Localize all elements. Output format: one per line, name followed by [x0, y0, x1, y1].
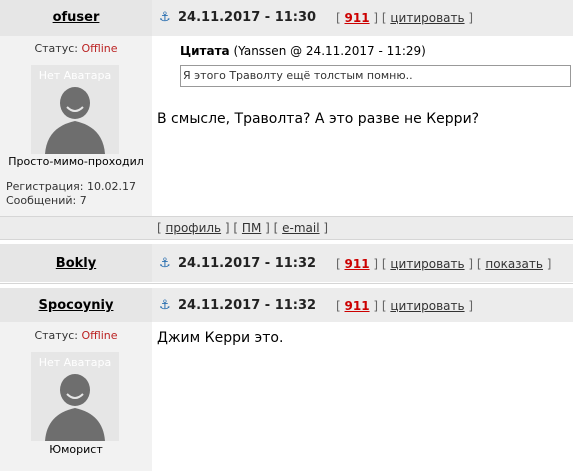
- post-footer: [ профиль ] [ ПМ ] [ e-mail ]: [152, 216, 573, 239]
- pm-link[interactable]: ПМ: [242, 221, 261, 235]
- avatar: Нет Аватара: [31, 352, 119, 441]
- message-count: Сообщений: 7: [6, 194, 87, 207]
- avatar-placeholder-text: Нет Аватара: [38, 69, 112, 82]
- author-name[interactable]: Spocoyniy: [0, 298, 152, 313]
- registration-date: Регистрация: 10.02.17: [6, 180, 136, 193]
- post-number-link[interactable]: 911: [345, 257, 370, 271]
- divider: [0, 239, 573, 240]
- status-offline: Offline: [81, 42, 118, 55]
- user-rank: Просто-мимо-проходил: [8, 155, 144, 168]
- quote-button[interactable]: цитировать: [390, 257, 464, 271]
- quote-box: Я этого Траволту ещё толстым помню..: [180, 65, 571, 87]
- user-meta: Регистрация: 10.02.17 Сообщений: 7: [6, 180, 136, 208]
- post-body: Джим Керри это.: [157, 330, 284, 346]
- quote-button[interactable]: цитировать: [390, 11, 464, 25]
- anchor-icon: ⚓: [159, 10, 171, 25]
- post-date: 24.11.2017 - 11:32: [178, 256, 317, 271]
- post-actions: [ 911 ] [ цитировать ]: [336, 299, 474, 313]
- user-status: Статус: Offline: [34, 329, 118, 342]
- post-number-link[interactable]: 911: [345, 11, 370, 25]
- avatar-placeholder-text: Нет Аватара: [38, 356, 112, 369]
- user-status: Статус: Offline: [34, 42, 118, 55]
- divider: [0, 283, 573, 284]
- footer-left-cell: [0, 216, 152, 239]
- quote-label: Цитата: [180, 44, 230, 58]
- avatar: Нет Аватара: [31, 65, 119, 154]
- quote-meta: (Yanssen @ 24.11.2017 - 11:29): [233, 44, 426, 58]
- post-date: 24.11.2017 - 11:30: [178, 10, 317, 25]
- user-rank: Юморист: [49, 443, 103, 456]
- post-date: 24.11.2017 - 11:32: [178, 298, 317, 313]
- author-name[interactable]: ofuser: [0, 10, 152, 25]
- quote-header: Цитата (Yanssen @ 24.11.2017 - 11:29): [180, 44, 426, 58]
- profile-link[interactable]: профиль: [166, 221, 222, 235]
- quote-text: Я этого Траволту ещё толстым помню..: [183, 69, 413, 82]
- anchor-icon: ⚓: [159, 298, 171, 313]
- show-button[interactable]: показать: [485, 257, 543, 271]
- status-offline: Offline: [81, 329, 118, 342]
- post-body: В смысле, Траволта? А это разве не Керри…: [157, 111, 480, 127]
- forum-thread: ofuser ⚓ 24.11.2017 - 11:30 [ 911 ] [ ци…: [0, 0, 573, 471]
- post-number-link[interactable]: 911: [345, 299, 370, 313]
- email-link[interactable]: e-mail: [282, 221, 319, 235]
- anchor-icon: ⚓: [159, 256, 171, 271]
- author-name[interactable]: Bokly: [0, 256, 152, 271]
- quote-button[interactable]: цитировать: [390, 299, 464, 313]
- post-actions: [ 911 ] [ цитировать ]: [336, 11, 474, 25]
- post-actions: [ 911 ] [ цитировать ] [ показать ]: [336, 257, 552, 271]
